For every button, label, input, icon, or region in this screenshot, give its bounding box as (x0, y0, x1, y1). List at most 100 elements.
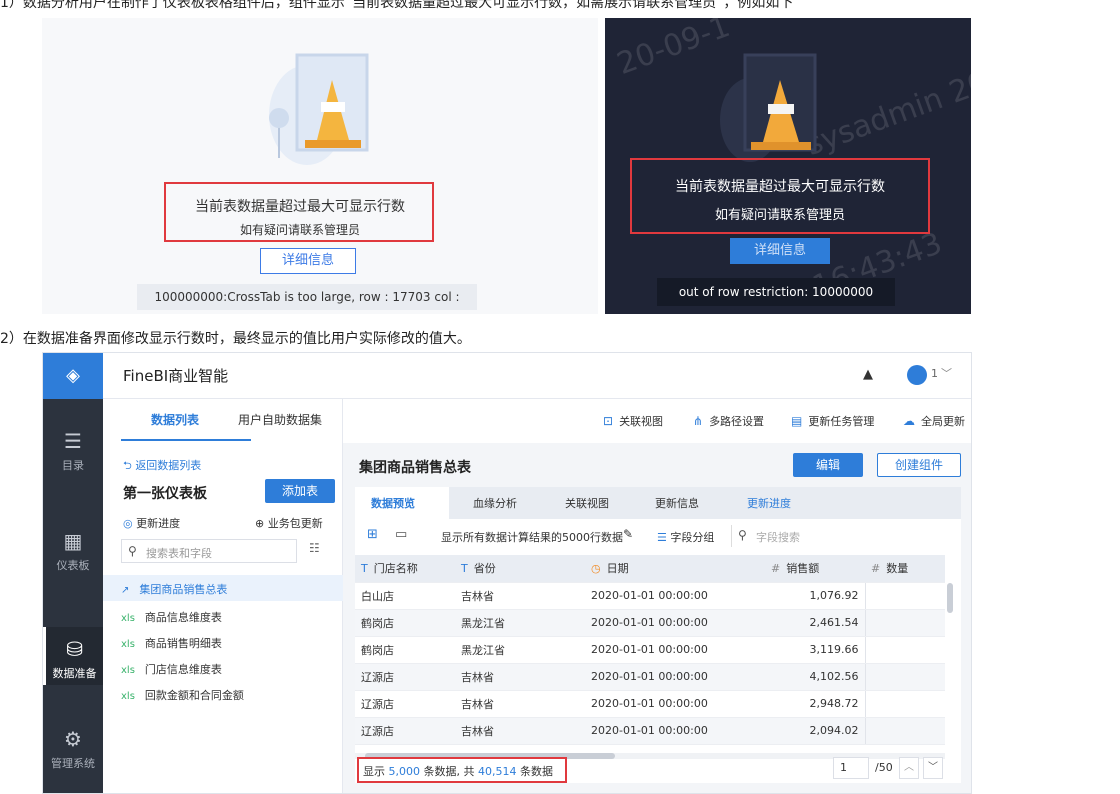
field-group-button[interactable]: ☰ 字段分组 (657, 529, 714, 545)
tab-self-service-dataset[interactable]: 用户自助数据集 (238, 411, 322, 428)
column-header[interactable]: T 门店名称 (355, 555, 455, 583)
user-badge: 1 (931, 367, 938, 380)
database-icon: ⛁ (66, 637, 83, 661)
text-type-icon: T (361, 562, 368, 576)
detail-info-button[interactable]: 详细信息 (730, 238, 830, 264)
sidebar-item-label: 数据准备 (52, 667, 97, 680)
update-progress-link[interactable]: ◎ 更新进度 (123, 515, 180, 531)
tab-underline (121, 439, 251, 441)
update-icon: ⊕ (255, 517, 268, 530)
edit-button[interactable]: 编辑 (793, 453, 863, 477)
back-link[interactable]: ⮌ 返回数据列表 (123, 457, 201, 476)
list-item[interactable]: xls 门店信息维度表 (121, 661, 222, 677)
doc-line-1: 1）数据分析用户在制作了仪表板表格组件后，组件显示“当前表数据量超过最大可显示行… (0, 0, 794, 11)
list-item[interactable]: ↗ 集团商品销售总表 (121, 581, 227, 597)
list-item[interactable]: xls 回款金额和合同金额 (121, 687, 244, 703)
column-header[interactable]: ◷ 日期 (585, 555, 765, 583)
main-content: ⊡ 关联视图 ⋔ 多路径设置 ▤ 更新任务管理 ☁ 全局更新 集团商品销售总表 编辑 创… (343, 399, 971, 793)
add-table-button[interactable]: 添加表 (265, 479, 335, 503)
sidebar-item-label: 目录 (62, 459, 84, 472)
table-row: 鹤岗店 黑龙江省 2020-01-01 00:00:00 3,119.66 (355, 636, 945, 664)
bell-icon[interactable]: ▲ (863, 367, 873, 382)
tab-relation-view[interactable]: 关联视图 (565, 495, 609, 511)
cell: 2,461.54 (765, 609, 866, 637)
number-type-icon: # (771, 562, 781, 576)
sidebar: ☰ 目录 ▦ 仪表板 ⛁ 数据准备 ⚙ 管理系统 (43, 399, 103, 793)
chevron-up-icon[interactable]: ︿ (899, 757, 919, 779)
sidebar-item-catalog[interactable]: ☰ 目录 (43, 429, 103, 473)
cell: 吉林省 (455, 717, 585, 745)
cell (865, 663, 945, 691)
cell: 2,094.02 (765, 717, 866, 745)
progress-icon: ◎ (123, 517, 137, 530)
cell: 4,102.56 (765, 663, 866, 691)
list-item[interactable]: xls 商品信息维度表 (121, 609, 222, 625)
sidebar-item-dashboard[interactable]: ▦ 仪表板 (43, 529, 103, 573)
tab-update-info[interactable]: 更新信息 (655, 495, 699, 511)
search-input[interactable]: ⚲ 搜索表和字段 (121, 539, 297, 563)
global-update-button[interactable]: ☁ 全局更新 (903, 413, 965, 429)
layout-icon[interactable]: ▭ (395, 527, 407, 542)
column-header[interactable]: # 销售额 (765, 555, 865, 583)
tab-data-preview[interactable]: 数据预览 (371, 495, 415, 511)
package-update-link[interactable]: ⊕ 业务包更新 (255, 515, 323, 531)
chevron-down-icon[interactable]: ﹀ (923, 757, 943, 779)
finebi-app: ◈ FineBI商业智能 ▲ 1 ﹀ ☰ 目录 ▦ 仪表板 ⛁ 数据准备 ⚙ 管… (42, 352, 972, 794)
top-bar: ◈ FineBI商业智能 ▲ 1 ﹀ (43, 353, 971, 399)
cell: 3,119.66 (765, 636, 866, 664)
list-item[interactable]: xls 商品销售明细表 (121, 635, 222, 651)
avatar[interactable] (907, 365, 927, 385)
sidebar-item-admin[interactable]: ⚙ 管理系统 (43, 727, 103, 771)
group-title: 第一张仪表板 (123, 486, 207, 502)
gear-icon: ⚙ (64, 727, 82, 751)
multipath-button[interactable]: ⋔ 多路径设置 (693, 413, 764, 429)
cell (865, 690, 945, 718)
vertical-scrollbar[interactable] (947, 583, 953, 613)
tab-data-list[interactable]: 数据列表 (151, 411, 199, 428)
cell: 辽源店 (355, 717, 455, 745)
list-icon: ☰ (64, 429, 82, 453)
search-icon: ⚲ (738, 528, 747, 542)
light-error-panel: 当前表数据量超过最大可显示行数 如有疑问请联系管理员 详细信息 10000000… (42, 18, 598, 314)
field-search-input[interactable]: ⚲ 字段搜索 (731, 525, 941, 547)
data-table: T 门店名称 T 省份 ◷ 日期 # 销售额 # 数量 白山店 吉林省 2020-01-0… (355, 555, 945, 745)
total-count: 40,514 (478, 765, 517, 778)
excel-table-icon: xls (121, 665, 135, 676)
preview-card: ⊞ ▭ 显示所有数据计算结果的5000行数据 ✎ ☰ 字段分组 ⚲ 字段搜索 T… (355, 519, 961, 783)
number-type-icon: # (871, 562, 881, 576)
contact-admin-text: 如有疑问请联系管理员 (714, 208, 845, 223)
cell (865, 582, 945, 610)
relation-view-button[interactable]: ⊡ 关联视图 (603, 413, 663, 429)
detail-info-button[interactable]: 详细信息 (260, 248, 356, 274)
cell: 1,076.92 (765, 582, 866, 610)
preview-note: 显示所有数据计算结果的5000行数据 (441, 531, 623, 544)
cell (865, 609, 945, 637)
cell: 2020-01-01 00:00:00 (585, 582, 765, 610)
excel-table-icon: xls (121, 639, 135, 650)
create-component-button[interactable]: 创建组件 (877, 453, 961, 477)
update-task-button[interactable]: ▤ 更新任务管理 (791, 413, 874, 429)
tab-lineage[interactable]: 血缘分析 (473, 495, 517, 511)
column-header[interactable]: # 数量 (865, 555, 945, 583)
sidebar-item-label: 仪表板 (56, 559, 90, 572)
excel-table-icon: xls (121, 613, 135, 624)
table-row: 辽源店 吉林省 2020-01-01 00:00:00 2,948.72 (355, 690, 945, 718)
pencil-icon[interactable]: ✎ (623, 527, 633, 541)
shown-count: 5,000 (388, 765, 421, 778)
table-title: 集团商品销售总表 (359, 460, 471, 476)
grid-icon[interactable]: ⊞ (367, 527, 378, 542)
sidebar-item-data-prep[interactable]: ⛁ 数据准备 (43, 627, 103, 685)
logo-icon[interactable]: ◈ (43, 353, 103, 399)
cell: 黑龙江省 (455, 636, 585, 664)
column-header[interactable]: T 省份 (455, 555, 585, 583)
table-row: 鹤岗店 黑龙江省 2020-01-01 00:00:00 2,461.54 (355, 609, 945, 637)
cell: 2,948.72 (765, 690, 866, 718)
error-message: 当前表数据量超过最大可显示行数 (675, 179, 885, 195)
filter-icon[interactable]: ☷ (309, 541, 320, 555)
table-row: 辽源店 吉林省 2020-01-01 00:00:00 2,094.02 (355, 717, 945, 745)
group-icon: ☰ (657, 531, 671, 544)
chevron-down-icon[interactable]: ﹀ (941, 365, 952, 381)
data-list-panel: 数据列表 用户自助数据集 ⮌ 返回数据列表 第一张仪表板 添加表 ◎ 更新进度 … (103, 399, 343, 793)
tab-update-progress[interactable]: 更新进度 (747, 495, 791, 511)
page-input[interactable]: 1 (833, 757, 869, 779)
